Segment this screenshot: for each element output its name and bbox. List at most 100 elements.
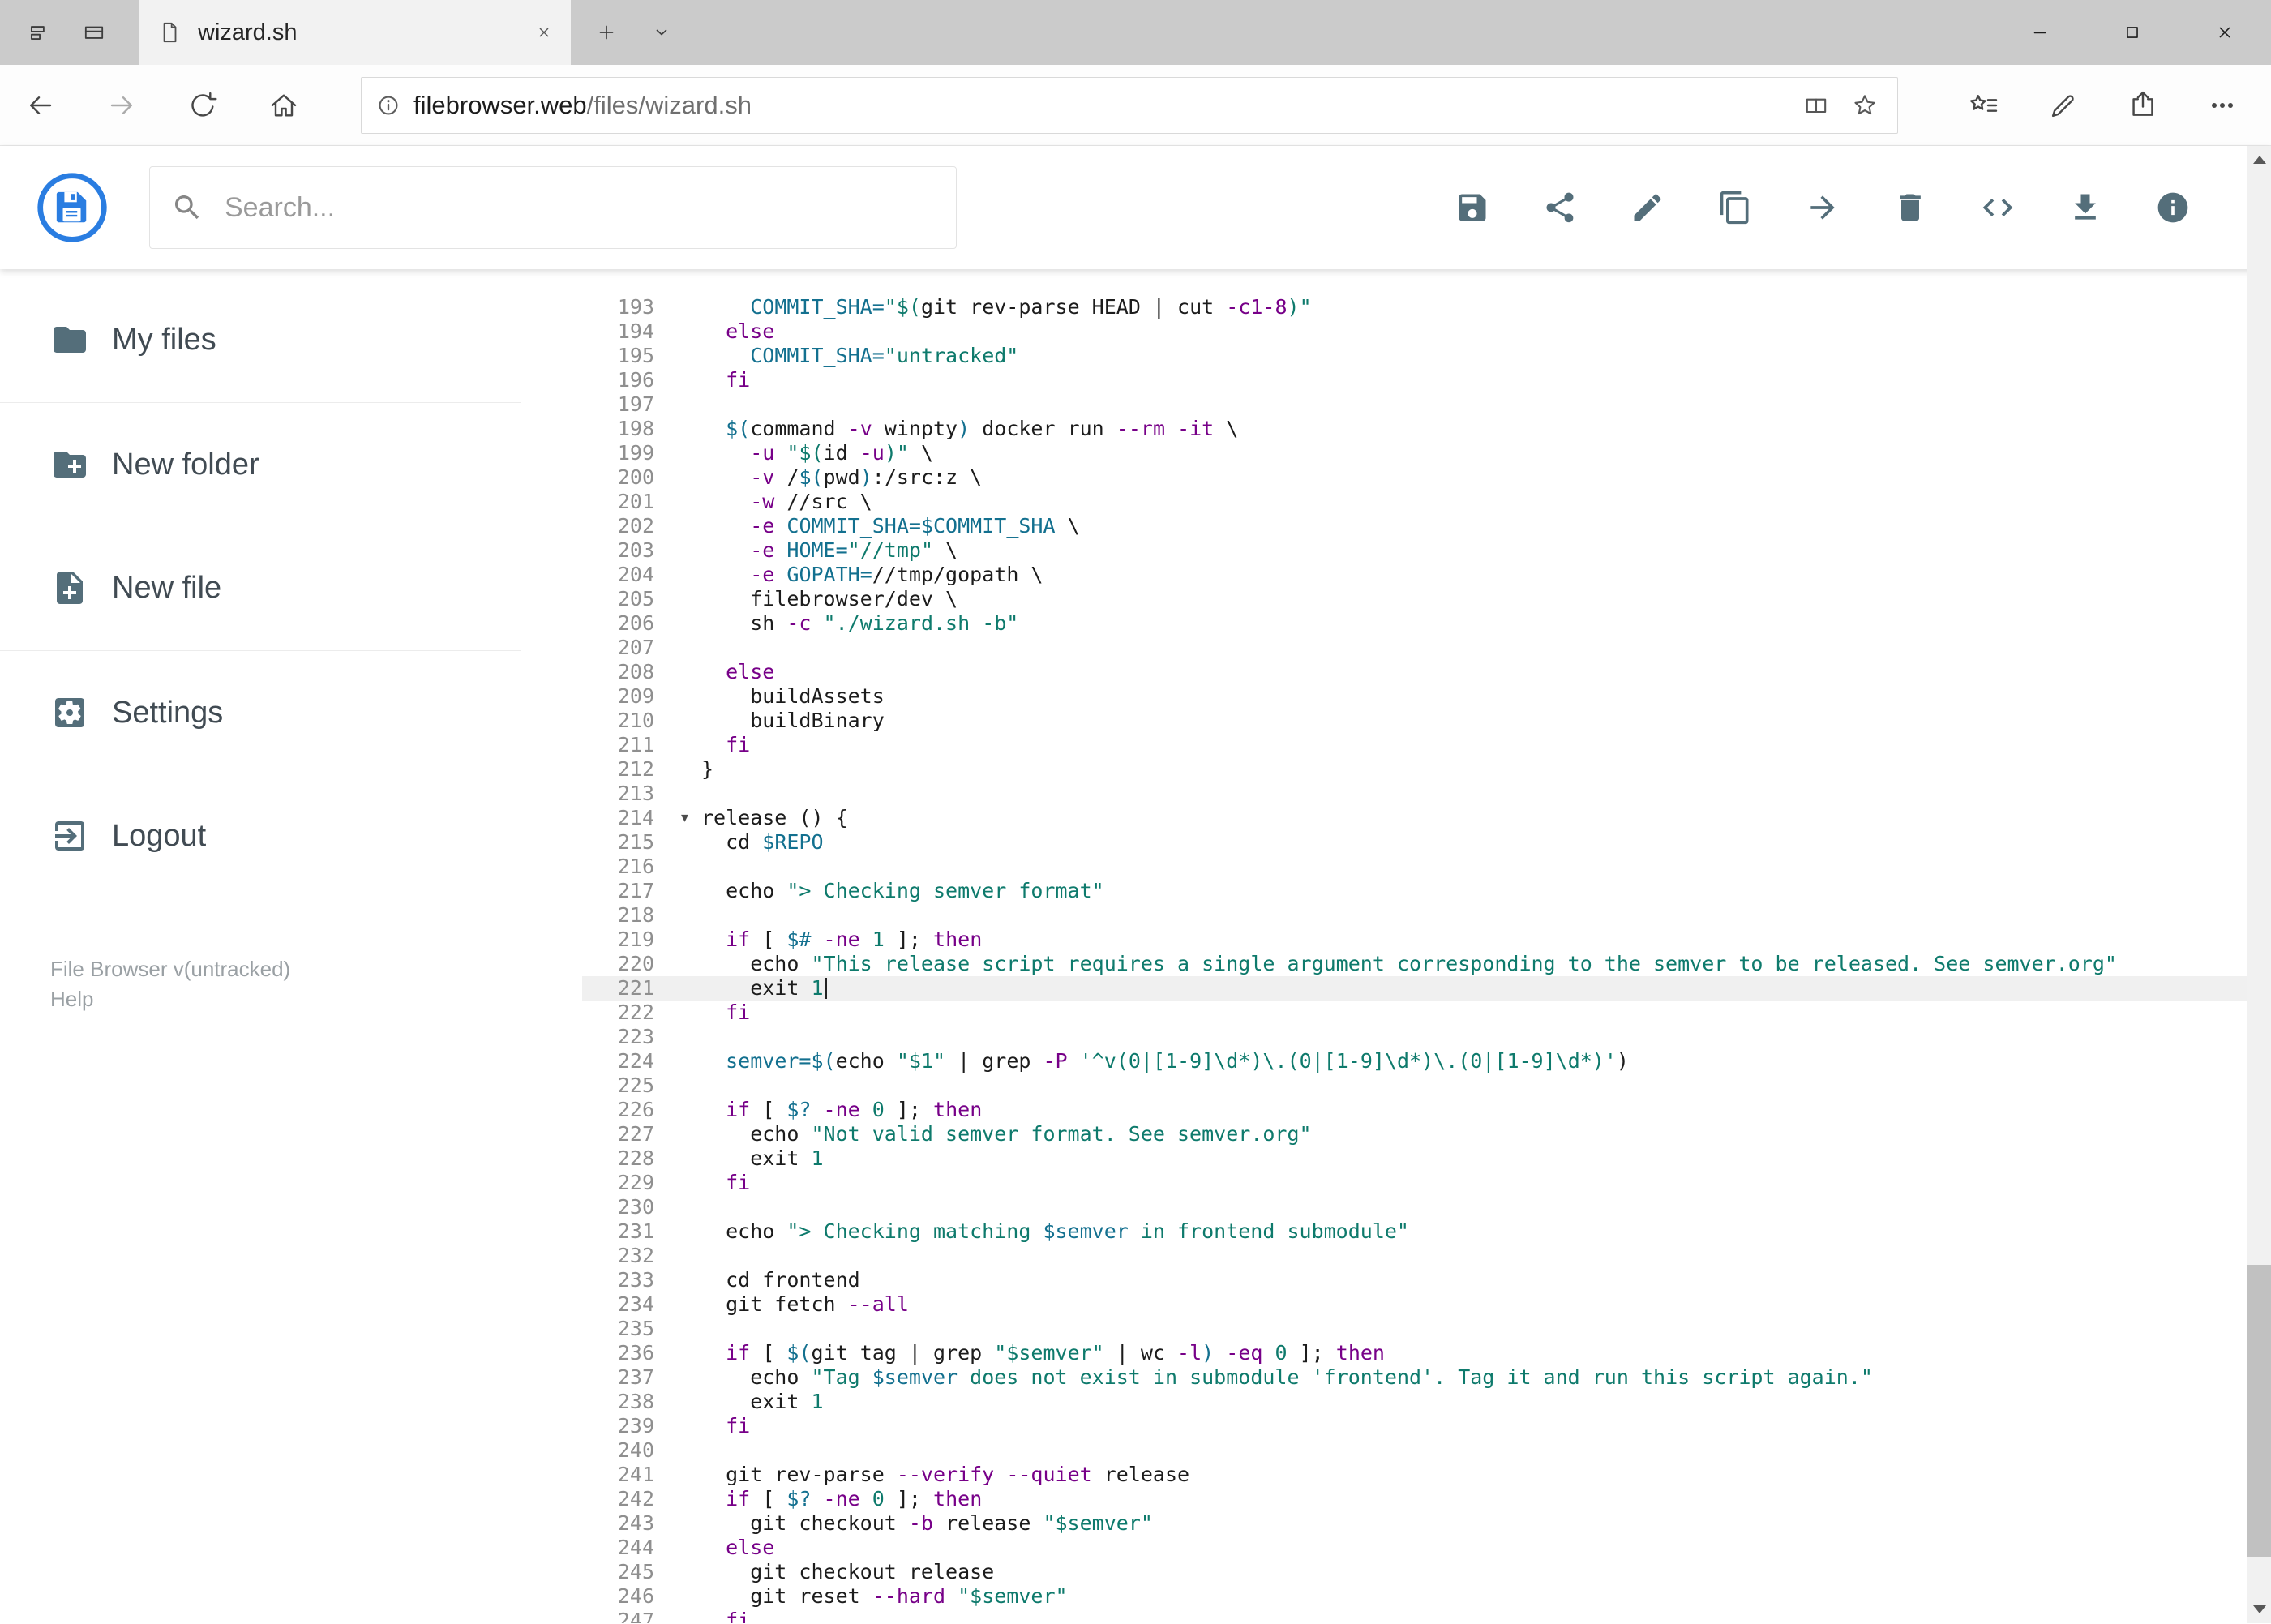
scrollbar-thumb[interactable] xyxy=(2247,1265,2271,1557)
copy-button[interactable] xyxy=(1711,183,1759,232)
window-maximize-button[interactable] xyxy=(2086,0,2179,65)
code-line[interactable]: 234 git fetch --all xyxy=(582,1292,2271,1317)
code-line[interactable]: 203 -e HOME="//tmp" \ xyxy=(582,538,2271,563)
code-line[interactable]: 240 xyxy=(582,1438,2271,1463)
tab-wizard-sh[interactable]: wizard.sh xyxy=(139,0,571,65)
code-line[interactable]: 211 fi xyxy=(582,733,2271,757)
reading-view-button[interactable] xyxy=(1792,78,1840,133)
sidebar-item-new-folder[interactable]: New folder xyxy=(0,429,582,500)
code-line[interactable]: 227 echo "Not valid semver format. See s… xyxy=(582,1122,2271,1146)
code-line[interactable]: 221 exit 1 xyxy=(582,976,2271,1001)
more-button[interactable] xyxy=(2183,65,2262,145)
favorite-button[interactable] xyxy=(1840,78,1889,133)
code-line[interactable]: 233 cd frontend xyxy=(582,1268,2271,1292)
code-line[interactable]: 243 git checkout -b release "$semver" xyxy=(582,1511,2271,1536)
filebrowser-logo[interactable] xyxy=(35,170,109,245)
sidebar-item-new-file[interactable]: New file xyxy=(0,552,582,623)
code-line[interactable]: 198 $(command -v winpty) docker run --rm… xyxy=(582,417,2271,441)
code-line[interactable]: 219 if [ $# -ne 1 ]; then xyxy=(582,928,2271,952)
code-line[interactable]: 215 cd $REPO xyxy=(582,830,2271,855)
edit-button[interactable] xyxy=(1623,183,1672,232)
delete-button[interactable] xyxy=(1886,183,1935,232)
scroll-up-button[interactable] xyxy=(2247,146,2271,174)
tab-preview-chevron-button[interactable] xyxy=(636,0,688,65)
code-line[interactable]: 241 git rev-parse --verify --quiet relea… xyxy=(582,1463,2271,1487)
sidebar-item-logout[interactable]: Logout xyxy=(0,800,582,872)
new-tab-button[interactable] xyxy=(577,0,636,65)
code-line[interactable]: 220 echo "This release script requires a… xyxy=(582,952,2271,976)
sidebar-item-my-files[interactable]: My files xyxy=(0,304,582,375)
share-button[interactable] xyxy=(2103,65,2183,145)
code-line[interactable]: 205 filebrowser/dev \ xyxy=(582,587,2271,611)
download-button[interactable] xyxy=(2061,183,2110,232)
web-note-button[interactable] xyxy=(2024,65,2103,145)
code-line[interactable]: 244 else xyxy=(582,1536,2271,1560)
code-line[interactable]: 199 -u "$(id -u)" \ xyxy=(582,441,2271,465)
scroll-down-button[interactable] xyxy=(2247,1596,2271,1623)
save-button[interactable] xyxy=(1448,183,1497,232)
page-scrollbar[interactable] xyxy=(2247,146,2271,1623)
forward-button[interactable] xyxy=(81,65,162,145)
tab-close-button[interactable] xyxy=(525,0,563,65)
code-line[interactable]: 208 else xyxy=(582,660,2271,684)
code-line[interactable]: 213 xyxy=(582,782,2271,806)
code-line[interactable]: 247 fi xyxy=(582,1609,2271,1623)
code-line[interactable]: 217 echo "> Checking semver format" xyxy=(582,879,2271,903)
code-line[interactable]: 224 semver=$(echo "$1" | grep -P '^v(0|[… xyxy=(582,1049,2271,1073)
site-info-button[interactable] xyxy=(375,92,402,119)
code-line[interactable]: 228 exit 1 xyxy=(582,1146,2271,1171)
code-line[interactable]: 200 -v /$(pwd):/src:z \ xyxy=(582,465,2271,490)
code-line[interactable]: 246 git reset --hard "$semver" xyxy=(582,1584,2271,1609)
code-line[interactable]: 230 xyxy=(582,1195,2271,1219)
code-line[interactable]: 194 else xyxy=(582,319,2271,344)
code-line[interactable]: 245 git checkout release xyxy=(582,1560,2271,1584)
help-link[interactable]: Help xyxy=(50,984,290,1014)
code-line[interactable]: 193 COMMIT_SHA="$(git rev-parse HEAD | c… xyxy=(582,295,2271,319)
code-line[interactable]: 237 echo "Tag $semver does not exist in … xyxy=(582,1365,2271,1390)
url-text[interactable]: filebrowser.web/files/wizard.sh xyxy=(413,91,752,120)
code-line[interactable]: 209 buildAssets xyxy=(582,684,2271,709)
code-line[interactable]: 207 xyxy=(582,636,2271,660)
search-bar[interactable] xyxy=(149,166,957,249)
hub-button[interactable] xyxy=(1944,65,2024,145)
code-line[interactable]: 225 xyxy=(582,1073,2271,1098)
code-editor[interactable]: 193 COMMIT_SHA="$(git rev-parse HEAD | c… xyxy=(582,269,2271,1623)
code-line[interactable]: 195 COMMIT_SHA="untracked" xyxy=(582,344,2271,368)
code-line[interactable]: 206 sh -c "./wizard.sh -b" xyxy=(582,611,2271,636)
code-button[interactable] xyxy=(1973,183,2022,232)
code-line[interactable]: 214 ▾ release () { xyxy=(582,806,2271,830)
share-button[interactable] xyxy=(1536,183,1584,232)
sidebar-item-settings[interactable]: Settings xyxy=(0,677,582,748)
code-line[interactable]: 226 if [ $? -ne 0 ]; then xyxy=(582,1098,2271,1122)
code-line[interactable]: 238 exit 1 xyxy=(582,1390,2271,1414)
code-line[interactable]: 201 -w //src \ xyxy=(582,490,2271,514)
code-line[interactable]: 222 fi xyxy=(582,1001,2271,1025)
code-line[interactable]: 218 xyxy=(582,903,2271,928)
refresh-button[interactable] xyxy=(162,65,243,145)
code-line[interactable]: 197 xyxy=(582,392,2271,417)
set-tabs-aside-button[interactable] xyxy=(11,0,66,65)
code-line[interactable]: 229 fi xyxy=(582,1171,2271,1195)
back-button[interactable] xyxy=(0,65,81,145)
url-box[interactable]: filebrowser.web/files/wizard.sh xyxy=(361,76,1898,134)
fold-marker-icon[interactable]: ▾ xyxy=(681,806,688,830)
code-line[interactable]: 242 if [ $? -ne 0 ]; then xyxy=(582,1487,2271,1511)
code-line[interactable]: 236 if [ $(git tag | grep "$semver" | wc… xyxy=(582,1341,2271,1365)
code-line[interactable]: 235 xyxy=(582,1317,2271,1341)
search-input[interactable] xyxy=(223,191,935,225)
code-line[interactable]: 196 fi xyxy=(582,368,2271,392)
code-line[interactable]: 204 -e GOPATH=//tmp/gopath \ xyxy=(582,563,2271,587)
code-line[interactable]: 210 buildBinary xyxy=(582,709,2271,733)
code-line[interactable]: 202 -e COMMIT_SHA=$COMMIT_SHA \ xyxy=(582,514,2271,538)
home-button[interactable] xyxy=(243,65,324,145)
code-line[interactable]: 212} xyxy=(582,757,2271,782)
window-close-button[interactable] xyxy=(2179,0,2271,65)
code-line[interactable]: 216 xyxy=(582,855,2271,879)
code-line[interactable]: 223 xyxy=(582,1025,2271,1049)
code-line[interactable]: 239 fi xyxy=(582,1414,2271,1438)
code-line[interactable]: 232 xyxy=(582,1244,2271,1268)
code-line[interactable]: 231 echo "> Checking matching $semver in… xyxy=(582,1219,2271,1244)
info-button[interactable] xyxy=(2149,183,2197,232)
show-tab-previews-button[interactable] xyxy=(66,0,122,65)
move-button[interactable] xyxy=(1798,183,1847,232)
